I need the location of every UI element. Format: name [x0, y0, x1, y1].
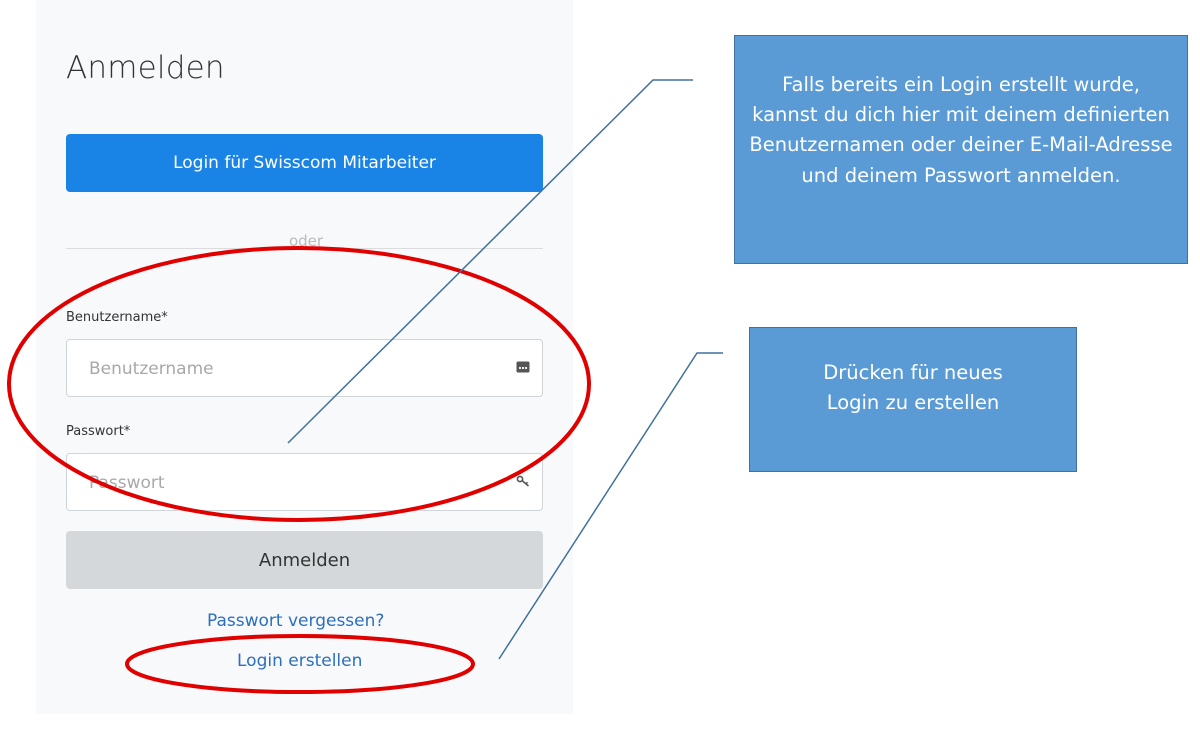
swisscom-employee-login-button[interactable]: Login für Swisscom Mitarbeiter — [66, 134, 543, 192]
divider-text: oder — [276, 232, 336, 250]
callout-existing-login: Falls bereits ein Login erstellt wurde, … — [734, 35, 1188, 264]
password-input[interactable] — [87, 454, 471, 512]
key-icon[interactable] — [516, 474, 530, 488]
username-label: Benutzername* — [66, 310, 168, 325]
create-login-link[interactable]: Login erstellen — [237, 651, 362, 671]
username-input[interactable] — [87, 340, 471, 398]
callout-create-login: Drücken für neues Login zu erstellen — [749, 327, 1077, 472]
password-field-container — [66, 453, 543, 512]
password-label: Passwort* — [66, 424, 131, 439]
forgot-password-link[interactable]: Passwort vergessen? — [207, 611, 384, 631]
username-field-container — [66, 339, 543, 398]
id-card-icon[interactable] — [516, 360, 530, 374]
submit-login-button[interactable]: Anmelden — [66, 531, 543, 589]
page-title: Anmelden — [66, 50, 225, 86]
